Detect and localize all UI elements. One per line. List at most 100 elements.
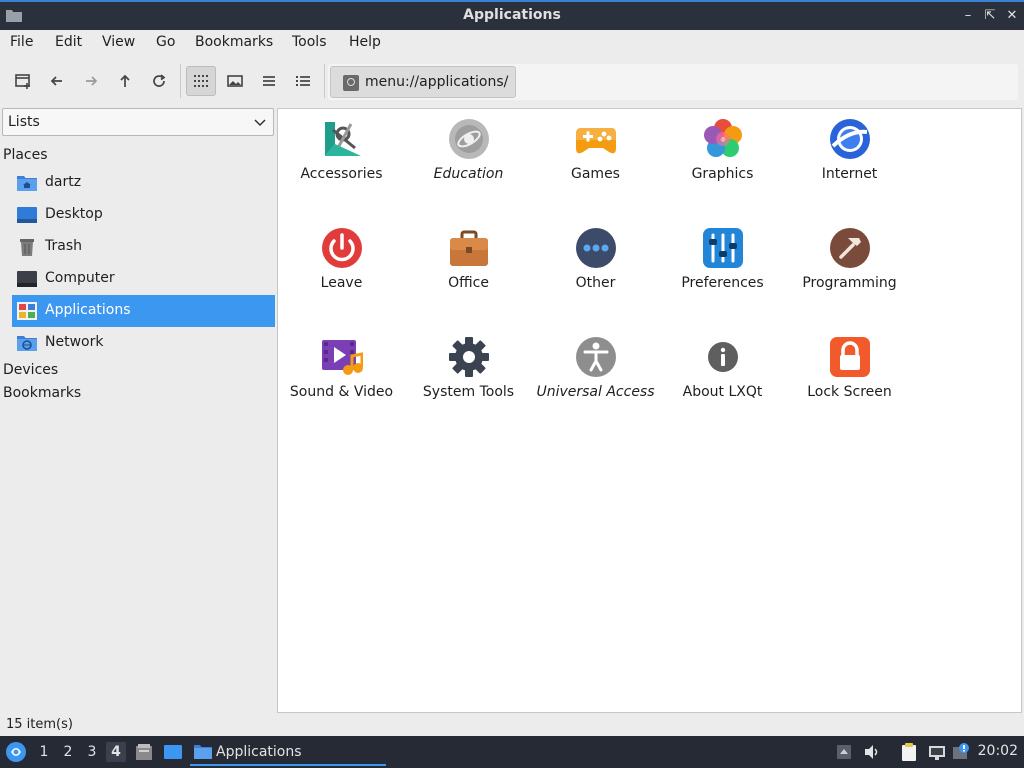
app-other[interactable]: Other xyxy=(532,221,659,321)
app-accessories[interactable]: Accessories xyxy=(278,112,405,212)
file-manager-launcher-icon[interactable] xyxy=(134,742,154,762)
file-view: Accessories Education Games Graphics Int… xyxy=(277,108,1022,713)
minimize-icon[interactable]: – xyxy=(958,6,978,26)
network-status-icon[interactable] xyxy=(927,742,947,762)
computer-icon xyxy=(17,271,37,287)
chevron-down-icon xyxy=(254,119,266,127)
power-icon xyxy=(322,228,362,268)
app-games[interactable]: Games xyxy=(532,112,659,212)
app-sound-video[interactable]: Sound & Video xyxy=(278,330,405,430)
app-label: Universal Access xyxy=(536,384,655,400)
detailed-list-button[interactable] xyxy=(288,66,318,96)
up-button[interactable] xyxy=(110,66,140,96)
app-universal-access[interactable]: Universal Access xyxy=(532,330,659,430)
title-bar: Applications – ⇱ ✕ xyxy=(0,0,1024,30)
app-label: Sound & Video xyxy=(289,384,394,400)
app-preferences[interactable]: Preferences xyxy=(659,221,786,321)
show-desktop-icon[interactable] xyxy=(163,742,183,762)
toolbar-separator xyxy=(324,64,325,98)
path-button[interactable]: menu://applications/ xyxy=(330,66,516,98)
tray-arrow-icon[interactable] xyxy=(834,742,854,762)
sidebar-item-computer[interactable]: Computer xyxy=(12,263,275,295)
sidebar-item-label: Network xyxy=(45,334,104,350)
workspace-1[interactable]: 1 xyxy=(34,742,54,762)
sidebar-item-label: dartz xyxy=(45,174,82,190)
app-education[interactable]: Education xyxy=(405,112,532,212)
back-icon xyxy=(50,76,62,86)
taskbar-task-label: Applications xyxy=(216,744,302,760)
clock[interactable]: 20:02 xyxy=(978,743,1018,759)
reload-button[interactable] xyxy=(144,66,174,96)
icon-view-button[interactable] xyxy=(186,66,216,96)
path-bar[interactable]: menu://applications/ xyxy=(328,64,1018,100)
menu-go[interactable]: Go xyxy=(156,34,175,50)
clipboard-icon[interactable] xyxy=(899,742,919,762)
sidebar: Lists Places dartz Desktop Trash Compute… xyxy=(0,108,276,712)
app-label: Leave xyxy=(320,275,363,291)
workspace-3[interactable]: 3 xyxy=(82,742,102,762)
app-system-tools[interactable]: System Tools xyxy=(405,330,532,430)
sidebar-item-trash[interactable]: Trash xyxy=(12,231,275,263)
sidebar-item-label: Trash xyxy=(45,238,82,254)
app-label: Preferences xyxy=(681,275,764,291)
app-label: System Tools xyxy=(422,384,515,400)
menu-view[interactable]: View xyxy=(102,34,135,50)
status-text: 15 item(s) xyxy=(6,717,73,732)
app-programming[interactable]: Programming xyxy=(786,221,913,321)
new-tab-icon xyxy=(15,74,30,89)
menu-bar: File Edit View Go Bookmarks Tools Help xyxy=(0,30,1024,56)
forward-icon xyxy=(86,76,98,86)
workspace-2[interactable]: 2 xyxy=(58,742,78,762)
app-internet[interactable]: Internet xyxy=(786,112,913,212)
app-label: Internet xyxy=(821,166,878,182)
reload-icon xyxy=(153,74,166,87)
workspace-4[interactable]: 4 xyxy=(106,742,126,762)
applications-icon xyxy=(17,302,37,320)
bookmarks-header[interactable]: Bookmarks xyxy=(3,385,81,401)
app-label: Lock Screen xyxy=(807,384,892,400)
app-lock-screen[interactable]: Lock Screen xyxy=(786,330,913,430)
multimedia-icon xyxy=(322,340,363,375)
menu-tools[interactable]: Tools xyxy=(292,34,327,50)
app-about-lxqt[interactable]: About LXQt xyxy=(659,330,786,430)
places-header[interactable]: Places xyxy=(3,147,48,163)
sidebar-mode-select[interactable]: Lists xyxy=(2,108,274,136)
sidebar-item-applications[interactable]: Applications xyxy=(12,295,275,327)
path-text: menu://applications/ xyxy=(365,74,509,90)
start-menu-icon[interactable] xyxy=(4,740,28,764)
app-label: Programming xyxy=(802,275,897,291)
devices-header[interactable]: Devices xyxy=(3,362,58,378)
desktop-icon xyxy=(17,207,37,223)
back-button[interactable] xyxy=(42,66,72,96)
sidebar-item-label: Desktop xyxy=(45,206,103,222)
sidebar-item-dartz[interactable]: dartz xyxy=(12,167,275,199)
app-office[interactable]: Office xyxy=(405,221,532,321)
app-label: Office xyxy=(448,275,489,291)
sidebar-item-desktop[interactable]: Desktop xyxy=(12,199,275,231)
forward-button[interactable] xyxy=(76,66,106,96)
thumbnail-view-icon xyxy=(227,75,243,87)
preferences-icon xyxy=(703,228,743,268)
volume-icon[interactable] xyxy=(862,742,882,762)
close-icon[interactable]: ✕ xyxy=(1002,6,1022,26)
menu-edit[interactable]: Edit xyxy=(55,34,82,50)
education-icon xyxy=(449,119,489,159)
thumbnail-view-button[interactable] xyxy=(220,66,250,96)
taskbar-task-applications[interactable]: Applications xyxy=(190,738,386,766)
app-leave[interactable]: Leave xyxy=(278,221,405,321)
detailed-list-icon xyxy=(296,76,310,86)
menu-help[interactable]: Help xyxy=(349,34,381,50)
menu-bookmarks[interactable]: Bookmarks xyxy=(195,34,273,50)
menu-file[interactable]: File xyxy=(10,34,33,50)
compact-view-button[interactable] xyxy=(254,66,284,96)
accessibility-icon xyxy=(576,337,616,377)
home-folder-icon xyxy=(17,176,37,191)
lock-icon xyxy=(830,337,870,377)
more-icon xyxy=(576,228,616,268)
update-notifier-icon[interactable] xyxy=(952,742,972,762)
new-tab-button[interactable] xyxy=(8,66,38,96)
sidebar-item-network[interactable]: Network xyxy=(12,327,275,359)
maximize-icon[interactable]: ⇱ xyxy=(980,6,1000,26)
app-graphics[interactable]: Graphics xyxy=(659,112,786,212)
app-label: Accessories xyxy=(300,166,383,182)
